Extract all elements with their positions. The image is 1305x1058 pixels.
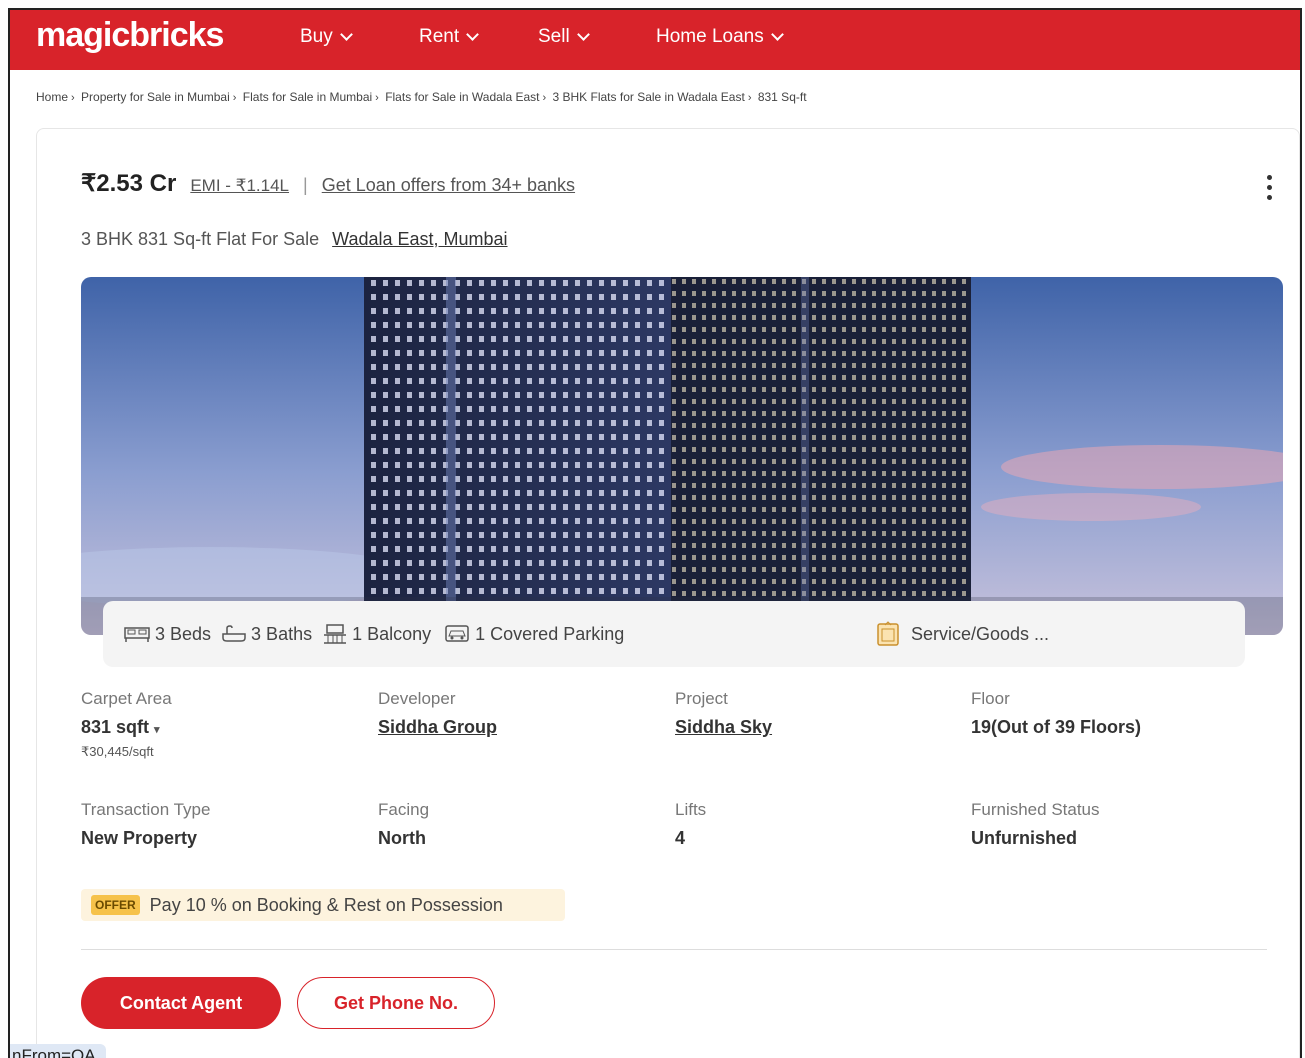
detail-furnished: Furnished Status Unfurnished xyxy=(971,800,1261,849)
amenity-service-label: Service/Goods ... xyxy=(911,623,1050,644)
breadcrumb-separator-icon: › xyxy=(232,92,237,104)
nav-rent[interactable]: Rent xyxy=(419,26,480,48)
detail-value: North xyxy=(378,828,426,848)
detail-label: Facing xyxy=(378,800,430,819)
listing-subtitle: 3 BHK 831 Sq-ft Flat For Sale Wadala Eas… xyxy=(81,229,508,250)
caret-down-icon: ▾ xyxy=(154,724,160,736)
chevron-down-icon xyxy=(576,28,590,41)
car-icon xyxy=(445,625,469,642)
more-options-icon[interactable] xyxy=(1267,175,1273,205)
price-row: ₹2.53 Cr EMI - ₹1.14L | Get Loan offers … xyxy=(81,169,575,198)
amenity-baths: 3 Baths xyxy=(221,624,312,645)
breadcrumb-flats-wadala[interactable]: Flats for Sale in Wadala East xyxy=(385,90,539,104)
breadcrumb-separator-icon: › xyxy=(375,92,379,104)
price-divider: | xyxy=(303,175,308,195)
detail-label: Transaction Type xyxy=(81,800,211,819)
bed-icon xyxy=(124,627,150,642)
chevron-down-icon xyxy=(339,28,353,41)
nav-buy[interactable]: Buy xyxy=(300,26,353,48)
detail-facing: Facing North xyxy=(378,800,668,849)
nav-sell-label: Sell xyxy=(538,26,570,47)
nav-home-loans[interactable]: Home Loans xyxy=(656,26,784,48)
listing-title: 3 BHK 831 Sq-ft Flat For Sale xyxy=(81,229,320,249)
detail-value: New Property xyxy=(81,828,198,848)
brand-logo[interactable]: magicbricks xyxy=(36,16,224,55)
emi-link[interactable]: EMI - ₹1.14L xyxy=(190,176,289,196)
breadcrumb-property-sale-mumbai[interactable]: Property for Sale in Mumbai xyxy=(81,90,230,104)
breadcrumb: Home › Property for Sale in Mumbai › Flats… xyxy=(36,90,807,104)
detail-label: Carpet Area xyxy=(81,689,172,708)
offer-text: Pay 10 % on Booking & Rest on Possession xyxy=(149,894,503,915)
balcony-icon xyxy=(324,624,347,644)
loan-offers-link[interactable]: Get Loan offers from 34+ banks xyxy=(322,175,575,196)
amenity-balcony-label: 1 Balcony xyxy=(352,623,432,644)
detail-label: Floor xyxy=(971,689,1010,708)
breadcrumb-flats-mumbai[interactable]: Flats for Sale in Mumbai xyxy=(243,90,372,104)
detail-label: Project xyxy=(675,689,728,708)
status-bar-url: nFrom=QA xyxy=(10,1044,106,1058)
amenity-beds-label: 3 Beds xyxy=(155,623,212,644)
nav-home-loans-label: Home Loans xyxy=(656,26,764,47)
carpet-area-value: 831 sqft xyxy=(81,717,150,737)
listing-card: ₹2.53 Cr EMI - ₹1.14L | Get Loan offers … xyxy=(36,128,1300,1058)
amenity-beds: 3 Beds xyxy=(123,624,211,645)
detail-value: Unfurnished xyxy=(971,828,1077,848)
chevron-down-icon xyxy=(770,28,784,41)
amenity-balcony: 1 Balcony xyxy=(322,623,431,645)
detail-developer: Developer Siddha Group xyxy=(378,689,668,738)
breadcrumb-current: 831 Sq-ft xyxy=(757,90,807,104)
detail-label: Developer xyxy=(378,689,456,708)
project-link[interactable]: Siddha Sky xyxy=(675,717,965,738)
amenity-parking: 1 Covered Parking xyxy=(443,624,624,645)
nav-buy-label: Buy xyxy=(300,26,333,47)
bathtub-icon xyxy=(222,625,246,642)
detail-transaction: Transaction Type New Property xyxy=(81,800,371,849)
offer-badge: OFFER xyxy=(91,895,140,915)
divider xyxy=(81,949,1267,950)
developer-link[interactable]: Siddha Group xyxy=(378,717,668,738)
get-phone-button[interactable]: Get Phone No. xyxy=(297,977,495,1029)
contact-agent-button[interactable]: Contact Agent xyxy=(81,977,281,1029)
property-photo[interactable] xyxy=(81,277,1283,635)
listing-price: ₹2.53 Cr xyxy=(81,170,177,197)
detail-value[interactable]: 831 sqft ▾ xyxy=(81,717,371,738)
detail-lifts: Lifts 4 xyxy=(675,800,965,849)
detail-label: Furnished Status xyxy=(971,800,1100,819)
nav-sell[interactable]: Sell xyxy=(538,26,590,48)
browser-viewport: magicbricks Buy Rent Sell Home Loans Hom… xyxy=(8,8,1302,1058)
amenity-parking-label: 1 Covered Parking xyxy=(475,623,625,644)
breadcrumb-separator-icon: › xyxy=(71,92,75,104)
top-navbar: magicbricks Buy Rent Sell Home Loans xyxy=(10,10,1300,70)
detail-floor: Floor 19(Out of 39 Floors) xyxy=(971,689,1261,738)
detail-value: 19(Out of 39 Floors) xyxy=(971,717,1142,737)
breadcrumb-home[interactable]: Home xyxy=(36,90,68,104)
offer-banner: OFFER Pay 10 % on Booking & Rest on Poss… xyxy=(81,889,565,921)
detail-carpet-area: Carpet Area 831 sqft ▾ ₹30,445/sqft xyxy=(81,689,371,760)
chevron-down-icon xyxy=(466,28,480,41)
nav-rent-label: Rent xyxy=(419,26,460,47)
detail-label: Lifts xyxy=(675,800,707,819)
detail-value: 4 xyxy=(675,828,686,848)
listing-location-link[interactable]: Wadala East, Mumbai xyxy=(332,229,507,249)
price-per-sqft: ₹30,445/sqft xyxy=(81,744,154,759)
service-lift-icon xyxy=(877,621,899,646)
detail-project: Project Siddha Sky xyxy=(675,689,965,738)
breadcrumb-separator-icon: › xyxy=(542,92,547,104)
amenity-service[interactable]: Service/Goods ... xyxy=(875,621,1049,647)
breadcrumb-separator-icon: › xyxy=(747,92,752,104)
amenity-baths-label: 3 Baths xyxy=(251,623,313,644)
breadcrumb-3bhk-wadala[interactable]: 3 BHK Flats for Sale in Wadala East xyxy=(553,90,745,104)
amenities-bar: 3 Beds 3 Baths 1 Balcony 1 Covered Parki… xyxy=(103,601,1245,667)
